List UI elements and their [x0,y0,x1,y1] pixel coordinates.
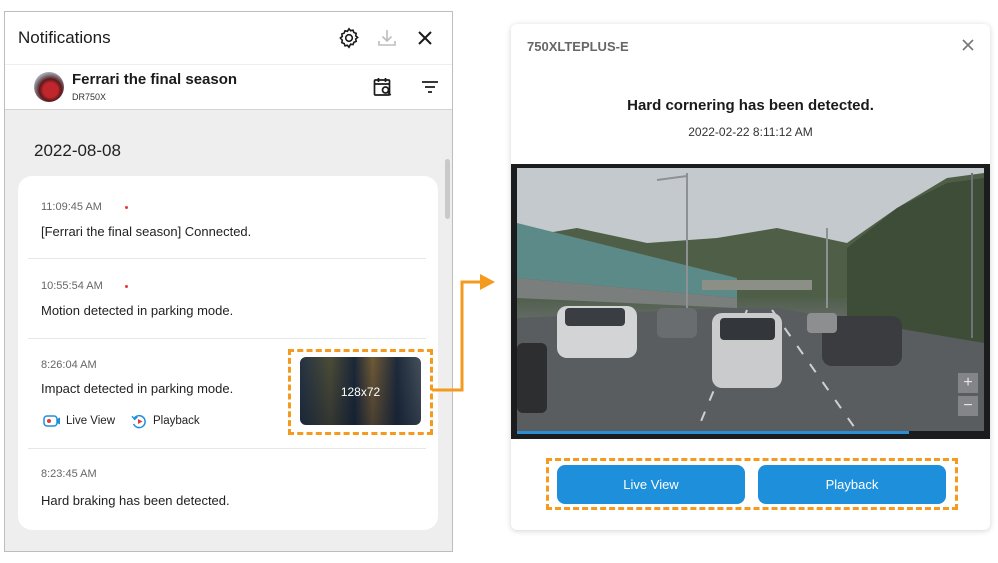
device-model: DR750X [72,92,107,102]
notification-message: Hard braking has been detected. [41,493,230,508]
live-view-label: Live View [66,415,116,427]
filter-icon[interactable] [418,75,442,99]
video-player[interactable]: + − [511,164,990,439]
zoom-in-button[interactable]: + [958,373,978,393]
playback-icon [131,414,146,428]
gear-icon[interactable] [337,26,361,50]
panel-title: Notifications [18,28,111,47]
notification-time: 10:55:54 AM [41,280,103,292]
divider [28,338,426,339]
event-headline: Hard cornering has been detected. [627,97,874,114]
notification-message: Motion detected in parking mode. [41,303,234,318]
connector-arrow-icon [432,274,495,392]
popup-device-name: 750XLTEPLUS-E [527,39,629,54]
download-icon[interactable] [375,26,399,50]
unread-dot [125,285,128,288]
event-datetime: 2022-02-22 8:11:12 AM [688,125,813,139]
dashcam-scene [517,168,984,431]
scrollbar[interactable] [445,159,450,219]
live-view-link[interactable]: Live View [43,413,115,429]
thumbnail-highlight [288,349,433,435]
date-heading: 2022-08-08 [34,141,121,160]
buttons-highlight [546,458,958,510]
notifications-header: Notifications [5,12,452,64]
divider [28,258,426,259]
notification-time: 11:09:45 AM [41,201,102,213]
calendar-search-icon[interactable] [371,75,395,99]
device-name: Ferrari the final season [72,71,238,88]
notification-time: 8:23:45 AM [41,468,97,480]
notification-message: Impact detected in parking mode. [41,381,234,396]
device-avatar [34,72,64,102]
close-icon[interactable] [413,26,437,50]
zoom-out-button[interactable]: − [958,396,978,416]
unread-dot [125,206,128,209]
video-progress-bar[interactable] [517,431,909,434]
video-frame: + − [517,168,984,431]
divider [28,448,426,449]
notification-message: [Ferrari the final season] Connected. [41,224,252,239]
device-selector[interactable]: Ferrari the final season DR750X [5,65,452,110]
live-view-icon [43,415,60,427]
close-icon[interactable] [960,37,976,53]
notifications-panel: Notifications Ferrari the final season D… [4,11,453,552]
event-popup: 750XLTEPLUS-E Hard cornering has been de… [511,24,990,530]
playback-link[interactable]: Playback [131,413,200,429]
playback-label: Playback [153,415,200,427]
notification-time: 8:26:04 AM [41,359,97,371]
